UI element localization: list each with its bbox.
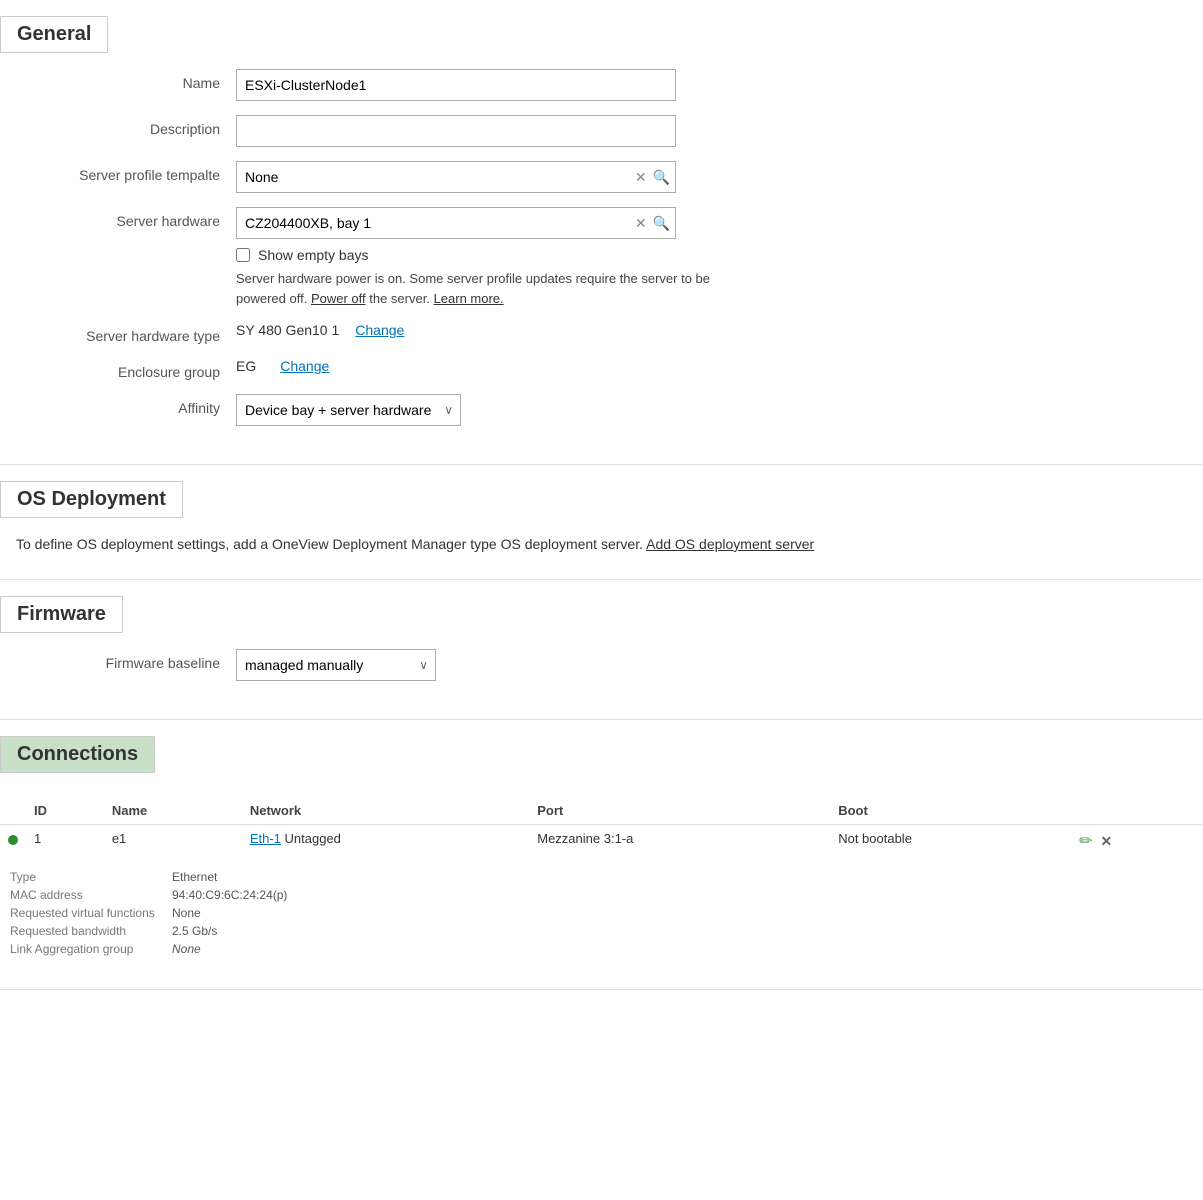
firmware-baseline-label: Firmware baseline: [16, 649, 236, 671]
affinity-label: Affinity: [16, 394, 236, 416]
server-hardware-type-value-row: SY 480 Gen10 1 Change: [236, 322, 1187, 338]
mac-value: 94:40:C9:6C:24:24(p): [172, 887, 291, 903]
connections-status-col-header: [0, 797, 26, 825]
affinity-field-wrapper: Device bay + server hardwareDevice bay: [236, 394, 1187, 426]
add-os-deployment-link[interactable]: Add OS deployment server: [646, 536, 814, 552]
description-field-wrapper: [236, 115, 1187, 147]
edit-icon[interactable]: ✏: [1079, 831, 1092, 851]
status-dot: [8, 835, 18, 845]
lag-label: Link Aggregation group: [10, 941, 170, 957]
rb-value: 2.5 Gb/s: [172, 923, 291, 939]
lag-value: None: [172, 941, 291, 957]
server-hardware-type-row: Server hardware type SY 480 Gen10 1 Chan…: [0, 322, 1203, 344]
server-hardware-clear-button[interactable]: ✕: [635, 216, 647, 230]
server-hardware-type-value: SY 480 Gen10 1: [236, 322, 339, 338]
description-input[interactable]: [236, 115, 676, 147]
server-profile-template-input[interactable]: [236, 161, 676, 193]
os-deployment-section: OS Deployment To define OS deployment se…: [0, 465, 1203, 580]
connection-details-table: Type Ethernet MAC address 94:40:C9:6C:24…: [8, 867, 293, 959]
server-profile-template-search-button[interactable]: 🔍: [653, 170, 670, 184]
name-field-wrapper: [236, 69, 1187, 101]
os-deployment-title: OS Deployment: [0, 481, 183, 518]
server-profile-template-clear-button[interactable]: ✕: [635, 170, 647, 184]
server-hardware-row: Server hardware ✕ 🔍 Show empty bays Serv…: [0, 207, 1203, 308]
description-label: Description: [16, 115, 236, 137]
server-hardware-type-label: Server hardware type: [16, 322, 236, 344]
os-deployment-description: To define OS deployment settings, add a …: [0, 534, 1203, 555]
server-hardware-label: Server hardware: [16, 207, 236, 229]
affinity-row: Affinity Device bay + server hardwareDev…: [0, 394, 1203, 426]
enclosure-group-change-link[interactable]: Change: [280, 358, 329, 374]
server-profile-template-row: Server profile tempalte ✕ 🔍: [0, 161, 1203, 193]
rb-label: Requested bandwidth: [10, 923, 170, 939]
firmware-section: Firmware Firmware baseline managed manua…: [0, 580, 1203, 720]
connections-section: Connections ID Name Network Port Boot 1 …: [0, 720, 1203, 990]
name-input[interactable]: [236, 69, 676, 101]
server-hardware-field-wrapper: ✕ 🔍 Show empty bays Server hardware powe…: [236, 207, 1187, 308]
show-empty-bays-row: Show empty bays: [236, 247, 1187, 263]
power-info-text: Server hardware power is on. Some server…: [236, 269, 736, 308]
mac-label: MAC address: [10, 887, 170, 903]
name-row: Name: [0, 69, 1203, 101]
firmware-baseline-select[interactable]: managed manuallyCustom: [236, 649, 436, 681]
enclosure-group-value-row: EG Change: [236, 358, 1187, 374]
server-hardware-input[interactable]: [236, 207, 676, 239]
general-section: General Name Description Server profile …: [0, 0, 1203, 465]
enclosure-group-value: EG: [236, 358, 256, 374]
connection-details-cell: Type Ethernet MAC address 94:40:C9:6C:24…: [0, 857, 1203, 965]
server-profile-template-label: Server profile tempalte: [16, 161, 236, 183]
connections-name-col-header: Name: [104, 797, 242, 825]
connections-network-col-header: Network: [242, 797, 529, 825]
action-icons: ✏ ✕: [1079, 831, 1195, 851]
table-row-detail: Type Ethernet MAC address 94:40:C9:6C:24…: [0, 857, 1203, 965]
show-empty-bays-label: Show empty bays: [258, 247, 369, 263]
enclosure-group-field-wrapper: EG Change: [236, 358, 1187, 374]
rvf-value: None: [172, 905, 291, 921]
server-hardware-icons: ✕ 🔍: [635, 216, 670, 230]
show-empty-bays-checkbox[interactable]: [236, 248, 250, 262]
rvf-label: Requested virtual functions: [10, 905, 170, 921]
connections-boot-col-header: Boot: [830, 797, 1071, 825]
server-hardware-search-button[interactable]: 🔍: [653, 216, 670, 230]
firmware-title: Firmware: [0, 596, 123, 633]
enclosure-group-label: Enclosure group: [16, 358, 236, 380]
connection-port: Mezzanine 3:1-a: [529, 825, 830, 858]
affinity-select[interactable]: Device bay + server hardwareDevice bay: [236, 394, 461, 426]
name-label: Name: [16, 69, 236, 91]
server-hardware-type-change-link[interactable]: Change: [355, 322, 404, 338]
type-label: Type: [10, 869, 170, 885]
network-link[interactable]: Eth-1: [250, 831, 281, 846]
delete-icon[interactable]: ✕: [1100, 833, 1112, 850]
affinity-select-wrapper: Device bay + server hardwareDevice bay: [236, 394, 461, 426]
connection-boot: Not bootable: [830, 825, 1071, 858]
connections-port-col-header: Port: [529, 797, 830, 825]
server-profile-template-input-wrapper: ✕ 🔍: [236, 161, 676, 193]
learn-more-link[interactable]: Learn more.: [434, 291, 504, 306]
firmware-baseline-row: Firmware baseline managed manuallyCustom: [0, 649, 1203, 681]
description-row: Description: [0, 115, 1203, 147]
connections-actions-col-header: [1071, 797, 1203, 825]
general-title: General: [0, 16, 108, 53]
power-off-link[interactable]: Power off: [311, 291, 366, 306]
type-value: Ethernet: [172, 869, 291, 885]
connection-name: e1: [104, 825, 242, 858]
connections-id-col-header: ID: [26, 797, 104, 825]
connections-table: ID Name Network Port Boot 1 e1 Eth-1 Unt…: [0, 797, 1203, 965]
connections-title: Connections: [0, 736, 155, 773]
server-profile-template-icons: ✕ 🔍: [635, 170, 670, 184]
connection-id: 1: [26, 825, 104, 858]
table-row: 1 e1 Eth-1 Untagged Mezzanine 3:1-a Not …: [0, 825, 1203, 858]
enclosure-group-row: Enclosure group EG Change: [0, 358, 1203, 380]
connection-status: [0, 825, 26, 858]
connection-actions: ✏ ✕: [1071, 825, 1203, 858]
connection-network: Eth-1 Untagged: [242, 825, 529, 858]
firmware-baseline-select-wrapper: managed manuallyCustom: [236, 649, 436, 681]
firmware-baseline-field-wrapper: managed manuallyCustom: [236, 649, 1187, 681]
server-profile-template-field-wrapper: ✕ 🔍: [236, 161, 1187, 193]
server-hardware-type-field-wrapper: SY 480 Gen10 1 Change: [236, 322, 1187, 338]
server-hardware-input-wrapper: ✕ 🔍: [236, 207, 676, 239]
